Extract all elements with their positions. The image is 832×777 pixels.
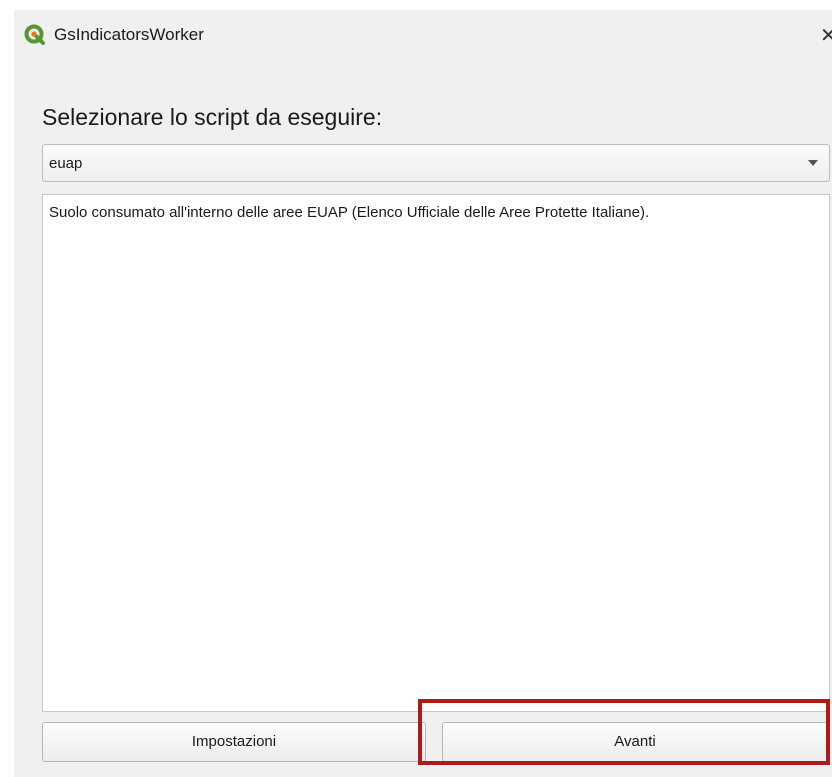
script-prompt-heading: Selezionare lo script da eseguire: [42,104,383,130]
chevron-down-icon[interactable] [808,160,818,166]
script-select-dropdown[interactable]: euap [42,144,830,182]
window-title: GsIndicatorsWorker [54,25,204,44]
qgis-logo-icon [24,24,45,45]
script-description-box[interactable]: Suolo consumato all'interno delle aree E… [42,194,830,712]
close-icon[interactable]: ✕ [820,22,832,48]
next-button[interactable]: Avanti [442,722,828,762]
dialog-window: GsIndicatorsWorker ✕ Selezionare lo scri… [14,10,832,777]
script-description-text: Suolo consumato all'interno delle aree E… [49,204,650,221]
settings-button[interactable]: Impostazioni [42,722,426,762]
script-select-value: euap [49,155,83,172]
title-bar: GsIndicatorsWorker ✕ [14,10,832,60]
